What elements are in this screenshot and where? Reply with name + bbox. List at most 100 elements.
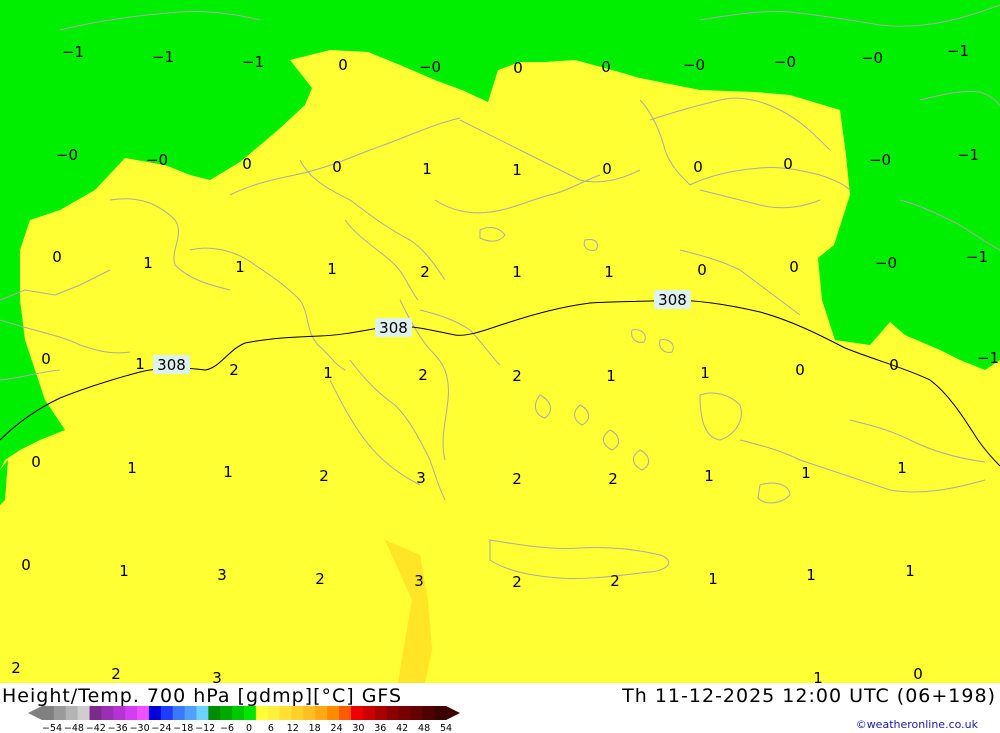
contour-308-label-3: 308 [654, 290, 691, 309]
scale-color-block [291, 706, 304, 720]
temperature-label: −0 [875, 254, 897, 272]
temperature-label: 2 [608, 470, 618, 488]
temperature-label: 0 [602, 160, 612, 178]
temperature-label: 2 [420, 263, 430, 281]
scale-arrow-right [446, 706, 460, 720]
scale-color-block [339, 706, 352, 720]
temperature-label: 3 [414, 572, 424, 590]
scale-color-block [410, 706, 423, 720]
scale-tick-label: 12 [287, 723, 299, 733]
scale-color-block [255, 706, 269, 720]
scale-color-block [53, 706, 67, 720]
scale-tick-label: −48 [64, 723, 84, 733]
temperature-label: −1 [947, 42, 969, 60]
scale-color-block [244, 706, 257, 720]
scale-color-block [362, 706, 376, 720]
scale-color-block [89, 706, 102, 720]
temperature-label: 1 [897, 459, 907, 477]
temperature-label: 1 [606, 367, 616, 385]
scale-color-block [65, 706, 79, 720]
scale-tick-label: 36 [374, 723, 386, 733]
temperature-label: −0 [146, 151, 168, 169]
contour-label-text: 308 [658, 291, 687, 309]
scale-tick-label: −12 [195, 723, 215, 733]
temperature-label: 1 [704, 467, 714, 485]
color-scale-bar: −54 −48 −42 −36 −30 −24 −18 −12 −6 0 6 12 18 24 30 36 42… [28, 706, 460, 733]
scale-arrow-left [28, 706, 42, 720]
temperature-label: 0 [338, 56, 348, 74]
temperature-label: 1 [422, 160, 432, 178]
scale-tick-label: 54 [440, 723, 452, 733]
temperature-label: 2 [11, 659, 21, 677]
temperature-label: 2 [512, 470, 522, 488]
scale-color-block [196, 706, 209, 720]
temperature-label: −0 [419, 58, 441, 76]
scale-color-block [184, 706, 197, 720]
temperature-label: 0 [242, 155, 252, 173]
weather-map: 308 308 308 −1 −1 −1 0 −0 0 0 −0 −0 −0 −1 −0 −0 0 0 1 1 0… [0, 0, 1000, 683]
temperature-label: 0 [41, 350, 51, 368]
scale-tick-label: 6 [268, 723, 274, 733]
temperature-label: 1 [813, 669, 823, 683]
temperature-label: 0 [601, 58, 611, 76]
temperature-label: 0 [513, 59, 523, 77]
contour-308-label-2: 308 [375, 318, 412, 337]
temperature-label: 2 [229, 361, 239, 379]
temperature-label: 0 [52, 248, 62, 266]
temperature-label: 1 [127, 459, 137, 477]
scale-tick-label: −24 [151, 723, 171, 733]
temperature-label: 0 [783, 155, 793, 173]
contour-label-text: 308 [157, 356, 186, 374]
temperature-label: 1 [119, 562, 129, 580]
temperature-label: 2 [512, 367, 522, 385]
temperature-label: 0 [21, 556, 31, 574]
temperature-label: 2 [418, 366, 428, 384]
temperature-label: 1 [512, 161, 522, 179]
temperature-label: 1 [143, 254, 153, 272]
temperature-label: 1 [135, 355, 145, 373]
temperature-label: 2 [319, 467, 329, 485]
temperature-label: −1 [242, 53, 264, 71]
scale-color-block [398, 706, 411, 720]
scale-color-block [113, 706, 126, 720]
temperature-label: 1 [708, 570, 718, 588]
temperature-label: 0 [795, 361, 805, 379]
scale-tick-labels: −54 −48 −42 −36 −30 −24 −18 −12 −6 0 6 12 18 24 30 36 42… [42, 723, 452, 733]
scale-tick-label: −30 [130, 723, 150, 733]
scale-tick-label: −42 [86, 723, 106, 733]
temperature-label: 1 [235, 258, 245, 276]
scale-tick-label: 42 [396, 723, 408, 733]
scale-tick-label: 24 [331, 723, 343, 733]
scale-tick-label: 0 [246, 723, 252, 733]
temperature-label: 1 [223, 463, 233, 481]
credit-link[interactable]: ©weatheronline.co.uk [856, 718, 978, 731]
map-footer: Height/Temp. 700 hPa [gdmp][°C] GFS Th 1… [0, 683, 1000, 733]
temperature-label: 3 [416, 469, 426, 487]
temperature-label: 0 [31, 453, 41, 471]
temperature-label: 3 [217, 566, 227, 584]
temperature-label: −1 [966, 248, 988, 266]
contour-308-label-1: 308 [153, 355, 190, 374]
temperature-label: 3 [212, 669, 222, 683]
scale-color-blocks [28, 706, 460, 720]
scale-tick-label: −36 [108, 723, 128, 733]
temperature-label: 0 [693, 158, 703, 176]
temperature-label: 0 [913, 665, 923, 683]
contour-label-text: 308 [379, 319, 408, 337]
scale-color-block [137, 706, 150, 720]
temperature-label: 1 [604, 263, 614, 281]
temperature-label: −1 [957, 146, 979, 164]
scale-color-block [148, 706, 162, 720]
temperature-label: −1 [152, 48, 174, 66]
temperature-label: −0 [56, 146, 78, 164]
scale-color-block [327, 706, 340, 720]
scale-color-block [125, 706, 138, 720]
map-title: Height/Temp. 700 hPa [gdmp][°C] GFS [2, 685, 403, 707]
temperature-label: 1 [905, 562, 915, 580]
scale-color-block [315, 706, 328, 720]
temperature-label: 0 [332, 158, 342, 176]
temperature-label: 0 [789, 258, 799, 276]
temperature-label: 0 [889, 356, 899, 374]
temperature-label: 1 [700, 364, 710, 382]
scale-tick-label: −18 [173, 723, 193, 733]
